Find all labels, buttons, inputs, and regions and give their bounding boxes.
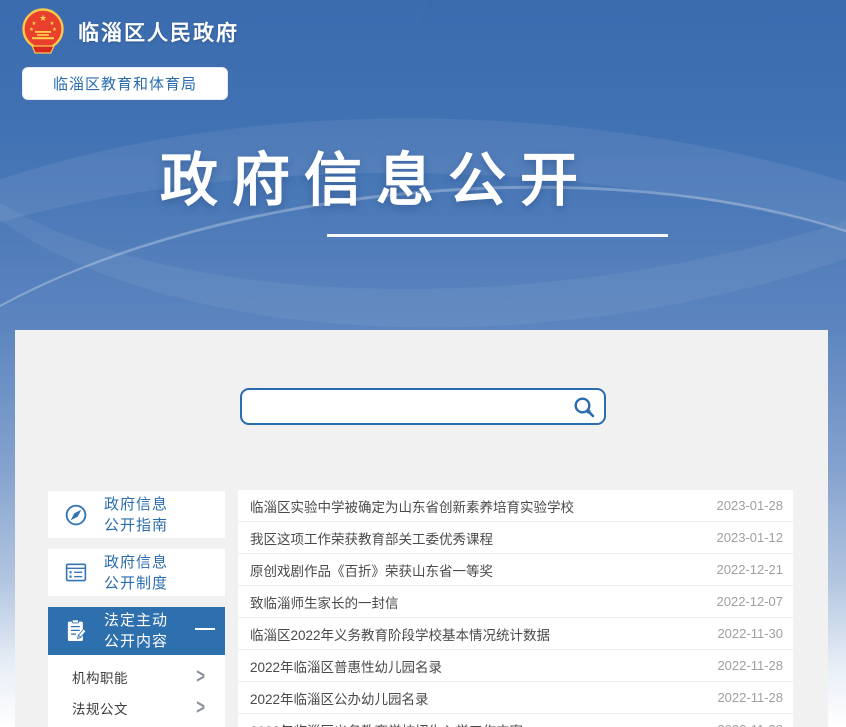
news-title: 原创戏剧作品《百折》荣获山东省一等奖 [250,560,493,580]
svg-text:★: ★ [39,13,47,23]
page-title: 政府信息公开 [160,146,592,216]
search-button[interactable] [570,393,598,421]
news-title: 临淄区2022年义务教育阶段学校基本情况统计数据 [250,624,550,644]
search-input[interactable] [242,390,570,423]
news-title: 我区这项工作荣获教育部关工委优秀课程 [250,528,493,548]
news-date: 2022-11-28 [717,722,783,727]
page: ★ ★ ★ ★ ★ 临淄区人民政府 临淄区教育和体育局 政府信息公开 [0,0,846,727]
news-row[interactable]: 2022年临淄区公办幼儿园名录 2022-11-28 [238,682,793,714]
svg-text:★: ★ [52,27,57,33]
news-row-partial[interactable]: 2022年临淄区义务教育学校招生入学工作方案 2022-11-28 [238,714,793,727]
submenu-item-org-functions[interactable]: 机构职能 > [48,661,225,692]
news-title: 2022年临淄区义务教育学校招生入学工作方案 [250,720,523,727]
news-row[interactable]: 致临淄师生家长的一封信 2022-12-07 [238,586,793,618]
news-title: 2022年临淄区公办幼儿园名录 [250,688,429,708]
sidebar-submenu: 机构职能 > 法规公文 > [48,655,225,727]
news-list: 临淄区实验中学被确定为山东省创新素养培育实验学校 2023-01-28 我区这项… [238,490,793,727]
news-date: 2022-12-07 [717,594,784,609]
sidebar-item-gov-info-guide[interactable]: 政府信息 公开指南 [48,491,225,538]
chevron-right-icon: > [196,696,205,720]
news-date: 2022-11-28 [717,690,783,705]
news-row[interactable]: 临淄区实验中学被确定为山东省创新素养培育实验学校 2023-01-28 [238,490,793,522]
svg-text:★: ★ [29,27,34,33]
news-date: 2023-01-12 [717,530,784,545]
news-row[interactable]: 原创戏剧作品《百折》荣获山东省一等奖 2022-12-21 [238,554,793,586]
content-panel: 政府信息 公开指南 政府信息 公开制度 [15,330,828,727]
news-title: 临淄区实验中学被确定为山东省创新素养培育实验学校 [250,496,574,516]
sidebar: 政府信息 公开指南 政府信息 公开制度 [48,491,225,727]
sidebar-item-statutory-disclosure[interactable]: 法定主动 公开内容 — [48,607,225,655]
rules-document-icon [61,558,91,588]
collapse-indicator-icon[interactable]: — [195,619,215,639]
clipboard-pencil-icon [61,616,91,646]
gov-logo-link[interactable]: ★ ★ ★ ★ ★ 临淄区人民政府 [18,6,239,58]
news-date: 2022-11-30 [717,626,783,641]
news-row[interactable]: 2022年临淄区普惠性幼儿园名录 2022-11-28 [238,650,793,682]
news-date: 2023-01-28 [717,498,784,513]
submenu-item-laws-documents[interactable]: 法规公文 > [48,692,225,723]
national-emblem-icon: ★ ★ ★ ★ ★ [18,6,68,58]
news-row[interactable]: 临淄区2022年义务教育阶段学校基本情况统计数据 2022-11-30 [238,618,793,650]
title-underline [327,234,668,237]
compass-icon [61,500,91,530]
gov-name: 临淄区人民政府 [78,17,239,47]
news-date: 2022-11-28 [717,658,783,673]
news-title: 2022年临淄区普惠性幼儿园名录 [250,656,442,676]
department-button[interactable]: 临淄区教育和体育局 [22,67,228,100]
sidebar-item-label: 法定主动 公开内容 [104,610,168,652]
search-icon [572,395,596,419]
chevron-right-icon: > [196,665,205,689]
news-date: 2022-12-21 [717,562,784,577]
search-bar [240,388,606,425]
sidebar-item-gov-info-rules[interactable]: 政府信息 公开制度 [48,549,225,596]
news-title: 致临淄师生家长的一封信 [250,592,399,612]
sidebar-item-label: 政府信息 公开指南 [104,494,168,536]
news-row[interactable]: 我区这项工作荣获教育部关工委优秀课程 2023-01-12 [238,522,793,554]
sidebar-item-label: 政府信息 公开制度 [104,552,168,594]
